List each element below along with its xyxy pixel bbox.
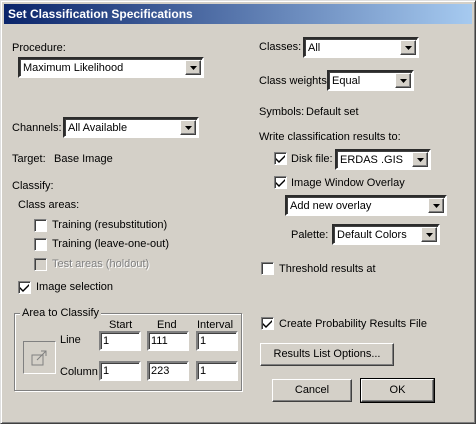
chevron-down-icon[interactable] [180,120,196,135]
column-start-input[interactable]: 1 [99,361,141,381]
classes-select[interactable]: All [303,37,419,58]
area-to-classify-label: Area to Classify [20,306,102,320]
chevron-down-icon[interactable] [185,60,201,75]
disk-file-checkbox[interactable] [274,152,287,165]
class-weights-label: Class weights: [259,75,330,87]
column-start-value: 1 [103,365,110,377]
target-value: Base Image [54,153,113,165]
chevron-down-icon[interactable] [400,40,416,55]
line-end-value: 111 [151,335,168,347]
class-areas-label: Class areas: [18,199,80,211]
dialog-window: Set Classification Specifications Proced… [0,0,476,424]
symbols-label: Symbols: [259,106,305,118]
channels-select[interactable]: All Available [63,117,199,138]
training-resub-label: Training (resubstitution) [52,219,168,231]
checkmark-icon [20,284,29,292]
training-loo-checkbox[interactable] [34,238,47,251]
cancel-button[interactable]: Cancel [272,379,352,402]
palette-select[interactable]: Default Colors [332,224,440,245]
results-list-options-button[interactable]: Results List Options... [260,343,394,366]
line-interval-input[interactable]: 1 [196,331,238,351]
line-start-input[interactable]: 1 [99,331,141,351]
chevron-down-icon[interactable] [412,152,428,167]
checkmark-icon [263,320,272,328]
test-areas-checkbox [34,258,47,271]
classes-label: Classes: [259,41,302,53]
image-window-overlay-checkbox[interactable] [274,176,287,189]
title-bar: Set Classification Specifications [4,4,472,24]
overlay-value: Add new overlay [290,200,372,212]
classify-label: Classify: [12,180,54,192]
column-interval-value: 1 [200,365,207,377]
procedure-value: Maximum Likelihood [23,62,124,74]
create-prob-checkbox[interactable] [261,317,274,330]
training-loo-label: Training (leave-one-out) [52,238,169,250]
image-selection-checkbox[interactable] [18,281,31,294]
procedure-select[interactable]: Maximum Likelihood [18,57,204,78]
disk-file-select[interactable]: ERDAS .GIS [335,149,431,170]
chevron-down-icon[interactable] [421,227,437,242]
column-interval-input[interactable]: 1 [196,361,238,381]
overlay-select[interactable]: Add new overlay [285,195,447,216]
disk-file-label: Disk file: [291,153,333,165]
write-results-label: Write classification results to: [259,131,401,143]
line-start-value: 1 [103,335,110,347]
threshold-checkbox[interactable] [261,262,274,275]
channels-value: All Available [68,122,128,134]
image-selection-label: Image selection [36,281,114,293]
palette-label: Palette: [291,229,329,241]
col-interval-label: Interval [197,319,234,331]
training-resub-checkbox[interactable] [34,219,47,232]
channels-label: Channels: [12,122,62,134]
checkmark-icon [276,179,285,187]
threshold-label: Threshold results at [279,263,376,275]
procedure-label: Procedure: [12,42,66,54]
symbols-value: Default set [306,106,359,118]
palette-value: Default Colors [337,229,407,241]
aoi-picker-icon[interactable] [23,341,56,374]
class-weights-value: Equal [332,75,361,87]
column-end-value: 223 [151,365,170,377]
checkmark-icon [276,155,285,163]
ok-button[interactable]: OK [360,378,435,403]
target-label: Target: [12,153,46,165]
test-areas-label: Test areas (holdout) [52,258,150,270]
line-label: Line [60,334,81,346]
disk-file-value: ERDAS .GIS [340,154,403,166]
column-label: Column [60,366,98,378]
column-end-input[interactable]: 223 [147,361,189,381]
create-prob-label: Create Probability Results File [279,318,427,330]
chevron-down-icon[interactable] [395,73,411,88]
col-start-label: Start [109,319,133,331]
class-weights-select[interactable]: Equal [327,70,414,91]
col-end-label: End [157,319,177,331]
image-window-overlay-label: Image Window Overlay [291,177,405,189]
chevron-down-icon[interactable] [428,198,444,213]
line-end-input[interactable]: 111 [147,331,189,351]
classes-value: All [308,42,321,54]
line-interval-value: 1 [200,335,207,347]
